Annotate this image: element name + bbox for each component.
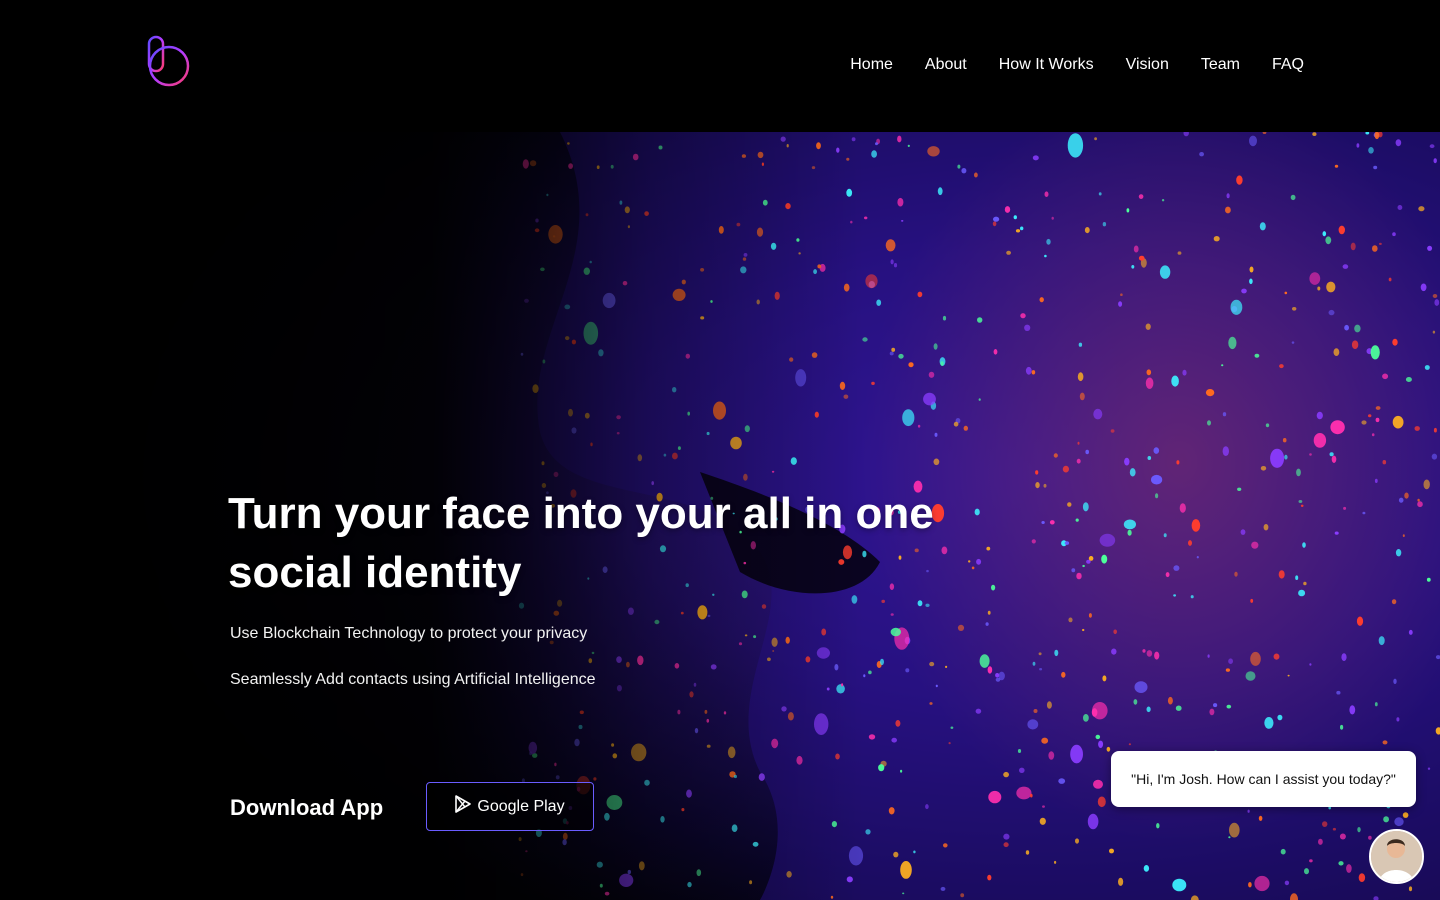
hero-subtitle-blockchain: Use Blockchain Technology to protect you… — [230, 625, 588, 642]
hero-subtitle-ai: Seamlessly Add contacts using Artificial… — [230, 671, 596, 688]
nav-link-about[interactable]: About — [925, 55, 967, 75]
nav-link-team[interactable]: Team — [1201, 55, 1240, 75]
main-nav: Home About How It Works Vision Team FAQ — [850, 55, 1304, 75]
headline-line-2: social identity — [228, 548, 522, 597]
nav-link-home[interactable]: Home — [850, 55, 893, 75]
headline-line-1: Turn your face into your all in one — [228, 489, 934, 538]
gradient-b-logo-icon[interactable] — [146, 35, 192, 89]
assistant-avatar[interactable] — [1369, 829, 1424, 884]
chat-greeting-bubble[interactable]: "Hi, I'm Josh. How can I assist you toda… — [1111, 751, 1416, 807]
play-store-icon — [455, 795, 472, 818]
nav-link-how-it-works[interactable]: How It Works — [999, 55, 1094, 75]
google-play-button[interactable]: Google Play — [426, 782, 594, 831]
nav-link-vision[interactable]: Vision — [1126, 55, 1169, 75]
chat-greeting-text: "Hi, I'm Josh. How can I assist you toda… — [1131, 771, 1396, 787]
hero-headline: Turn your face into your all in one soci… — [228, 484, 948, 602]
download-app-label: Download App — [230, 795, 384, 820]
nav-link-faq[interactable]: FAQ — [1272, 55, 1304, 75]
google-play-label: Google Play — [477, 797, 565, 815]
site-header: Home About How It Works Vision Team FAQ — [0, 0, 1440, 132]
